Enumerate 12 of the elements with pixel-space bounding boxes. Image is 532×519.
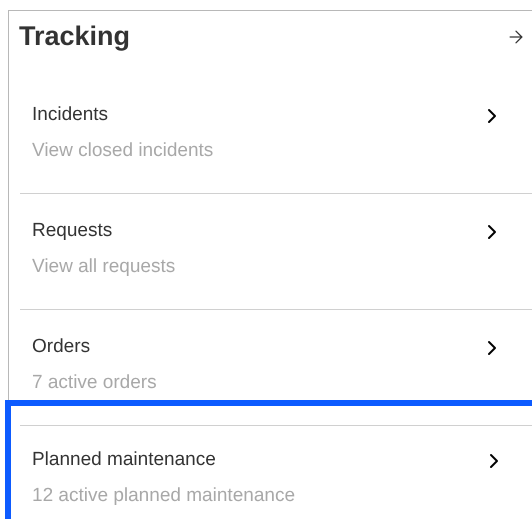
item-title: Incidents	[32, 102, 110, 126]
list-item[interactable]: Incidents View closed incidents	[9, 62, 532, 178]
card-title: Tracking	[19, 20, 130, 54]
item-subtitle: View all requests	[32, 255, 176, 279]
item-subtitle: View closed incidents	[32, 138, 214, 162]
list-item[interactable]: Requests View all requests	[9, 178, 532, 294]
list-item[interactable]: Planned maintenance 12 active planned maintenance	[5, 400, 532, 519]
item-title: Orders	[32, 335, 92, 359]
item-title: Planned maintenance	[32, 448, 217, 472]
item-subtitle: 7 active orders	[32, 371, 158, 395]
item-subtitle: 12 active planned maintenance	[32, 484, 296, 508]
item-title: Requests	[32, 219, 114, 243]
